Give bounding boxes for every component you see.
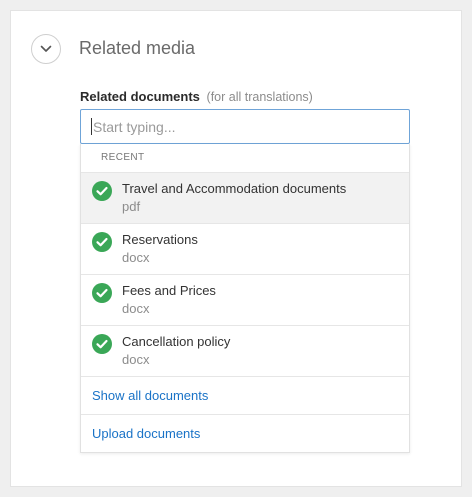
document-item[interactable]: Cancellation policy docx	[81, 326, 409, 377]
collapse-toggle-button[interactable]	[31, 34, 61, 64]
document-extension: docx	[122, 352, 150, 367]
check-circle-icon	[92, 334, 112, 354]
check-circle-icon	[92, 283, 112, 303]
document-extension: docx	[122, 301, 150, 316]
recent-header: RECENT	[81, 144, 409, 173]
document-name: Reservations	[122, 232, 198, 247]
search-input[interactable]	[92, 118, 393, 135]
document-suggestions-dropdown: RECENT Travel and Accommodation document…	[80, 144, 410, 453]
check-circle-icon	[92, 232, 112, 252]
upload-documents-link[interactable]: Upload documents	[81, 415, 409, 452]
related-documents-search[interactable]	[80, 109, 410, 144]
document-item[interactable]: Travel and Accommodation documents pdf	[81, 173, 409, 224]
document-name: Cancellation policy	[122, 334, 231, 349]
field-label-text: Related documents	[80, 89, 200, 104]
related-documents-label: Related documents (for all translations)	[80, 89, 313, 104]
chevron-down-icon	[40, 45, 52, 52]
document-name: Travel and Accommodation documents	[122, 181, 347, 196]
show-all-documents-link[interactable]: Show all documents	[81, 377, 409, 415]
document-extension: pdf	[122, 199, 141, 214]
document-extension: docx	[122, 250, 150, 265]
check-circle-icon	[92, 181, 112, 201]
related-media-panel: Related media Related documents (for all…	[10, 10, 462, 487]
section-title: Related media	[79, 38, 196, 58]
document-name: Fees and Prices	[122, 283, 216, 298]
document-item[interactable]: Reservations docx	[81, 224, 409, 275]
document-item[interactable]: Fees and Prices docx	[81, 275, 409, 326]
field-label-hint: (for all translations)	[206, 90, 313, 104]
